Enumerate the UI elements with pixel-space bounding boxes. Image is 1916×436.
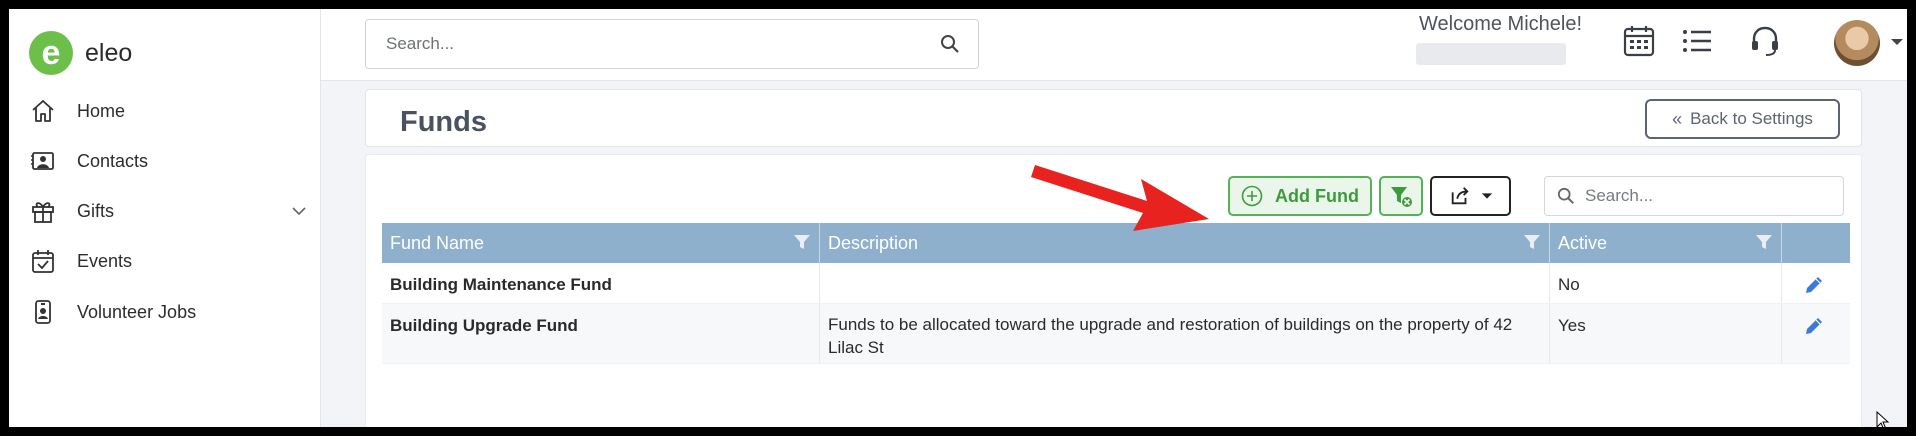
grid-search-input[interactable] <box>1585 177 1835 215</box>
sidebar-item-home[interactable]: Home <box>29 91 309 131</box>
active-cell: No <box>1550 263 1782 303</box>
badge-icon <box>35 300 51 324</box>
annotation-arrow-icon <box>1031 165 1209 231</box>
column-filter-icon[interactable] <box>1755 233 1773 251</box>
fund-name-cell: Building Maintenance Fund <box>382 263 820 303</box>
column-header-fund-name[interactable]: Fund Name <box>382 223 820 263</box>
column-header-active[interactable]: Active <box>1550 223 1782 263</box>
table-row[interactable]: Building Maintenance Fund No <box>382 263 1850 304</box>
sidebar-item-label: Contacts <box>77 150 149 171</box>
redacted-subtitle <box>1416 43 1566 65</box>
add-fund-button[interactable]: Add Fund <box>1228 176 1372 216</box>
headset-icon[interactable] <box>1747 23 1783 59</box>
search-icon <box>1557 187 1574 204</box>
column-header-actions <box>1782 223 1850 263</box>
edit-pencil-icon[interactable] <box>1802 273 1826 297</box>
double-chevron-left-icon: « <box>1672 108 1683 129</box>
app-window: e eleo Home Contacts Gifts Events Volunt… <box>9 9 1907 427</box>
sidebar-item-volunteer-jobs[interactable]: Volunteer Jobs <box>29 292 309 332</box>
filter-clear-icon <box>1391 187 1412 207</box>
brand-name: eleo <box>85 38 133 67</box>
description-cell: Funds to be allocated toward the upgrade… <box>820 304 1550 363</box>
clear-filter-button[interactable] <box>1379 176 1423 216</box>
page-header-card: Funds « Back to Settings <box>365 89 1862 147</box>
column-filter-icon[interactable] <box>1523 233 1541 251</box>
sidebar-item-gifts[interactable]: Gifts <box>29 191 309 231</box>
sidebar-item-label: Gifts <box>77 200 115 221</box>
contact-card-icon <box>31 152 54 170</box>
description-cell <box>820 263 1550 303</box>
export-icon <box>1451 187 1469 205</box>
global-search-input[interactable] <box>366 20 906 68</box>
sidebar-item-contacts[interactable]: Contacts <box>29 141 309 181</box>
actions-cell <box>1782 304 1850 363</box>
funds-table: Fund Name Description Active Building Ma… <box>382 223 1850 364</box>
sidebar-item-label: Volunteer Jobs <box>77 301 197 322</box>
column-label: Active <box>1558 232 1608 253</box>
brand-logo[interactable]: e eleo <box>29 31 132 75</box>
chevron-down-icon[interactable] <box>289 201 309 221</box>
search-icon[interactable] <box>940 34 960 54</box>
avatar[interactable] <box>1834 20 1880 66</box>
actions-cell <box>1782 263 1850 303</box>
home-icon <box>32 100 54 122</box>
gift-icon <box>32 202 54 223</box>
sidebar-item-label: Events <box>77 250 133 271</box>
top-header: Welcome Michele! <box>321 9 1907 81</box>
add-fund-label: Add Fund <box>1275 185 1359 206</box>
table-row[interactable]: Building Upgrade Fund Funds to be alloca… <box>382 304 1850 364</box>
back-to-settings-label: Back to Settings <box>1690 109 1813 128</box>
sidebar-item-events[interactable]: Events <box>29 241 309 281</box>
mouse-cursor-icon <box>1876 411 1890 427</box>
global-search <box>365 19 979 69</box>
edit-pencil-icon[interactable] <box>1802 314 1826 338</box>
plus-circle-icon <box>1241 185 1263 207</box>
export-dropdown-button[interactable] <box>1430 176 1511 216</box>
calendar-icon[interactable] <box>1621 23 1657 59</box>
sidebar: e eleo Home Contacts Gifts Events Volunt… <box>9 9 321 427</box>
sidebar-item-label: Home <box>77 100 126 121</box>
calendar-check-icon <box>32 250 54 273</box>
caret-down-icon <box>1481 193 1492 199</box>
fund-name-cell: Building Upgrade Fund <box>382 304 820 363</box>
caret-down-icon[interactable] <box>1890 37 1904 47</box>
column-filter-icon[interactable] <box>793 233 811 251</box>
active-cell: Yes <box>1550 304 1782 363</box>
grid-search <box>1544 176 1844 216</box>
welcome-message: Welcome Michele! <box>1419 13 1583 35</box>
back-to-settings-button[interactable]: « Back to Settings <box>1645 99 1840 139</box>
logo-mark-icon: e <box>29 31 73 75</box>
column-label: Description <box>828 232 919 253</box>
list-icon[interactable] <box>1679 23 1715 59</box>
column-label: Fund Name <box>390 232 485 253</box>
page-title: Funds <box>400 106 487 138</box>
